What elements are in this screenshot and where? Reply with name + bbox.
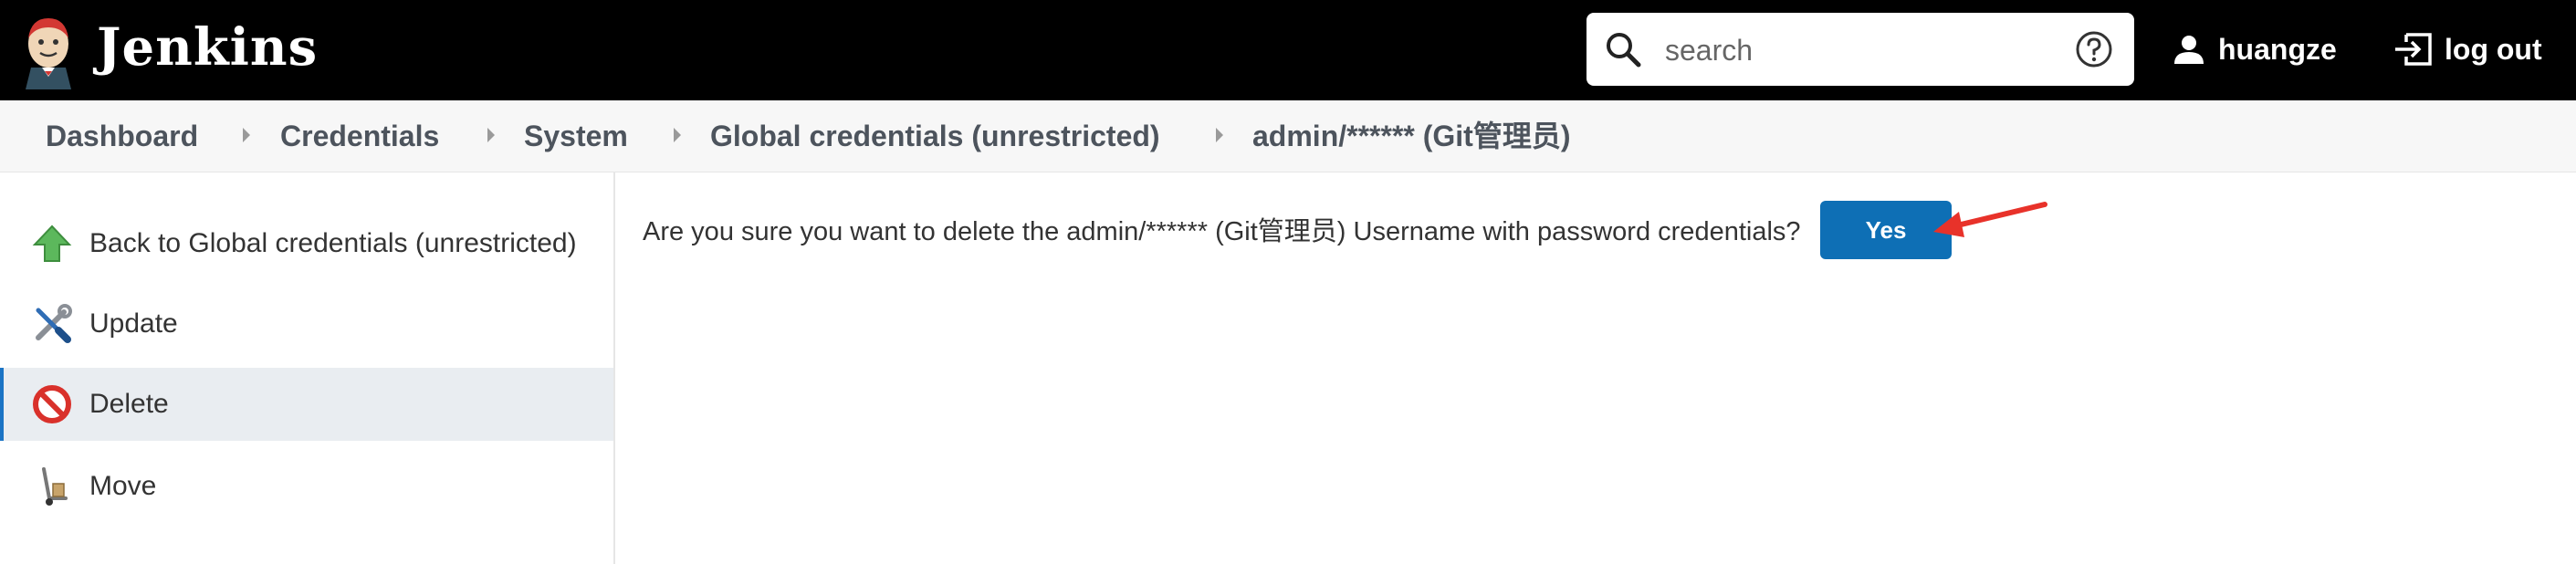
sidebar-item-move[interactable]: Move xyxy=(0,450,613,523)
jenkins-butler-icon[interactable] xyxy=(20,13,77,89)
up-arrow-icon xyxy=(32,225,72,262)
breadcrumb-global-credentials[interactable]: Global credentials (unrestricted) xyxy=(710,119,1160,153)
logout-link[interactable]: log out xyxy=(2393,20,2542,78)
logout-icon xyxy=(2395,33,2432,66)
wrench-screwdriver-icon xyxy=(36,304,72,343)
hand-truck-icon xyxy=(42,467,68,506)
breadcrumb: Dashboard Credentials System Global cred… xyxy=(0,100,2576,172)
user-link[interactable]: huangze xyxy=(2173,20,2337,78)
breadcrumb-credentials[interactable]: Credentials xyxy=(280,119,439,153)
breadcrumb-separator[interactable] xyxy=(243,128,250,142)
breadcrumb-separator[interactable] xyxy=(674,128,681,142)
annotation-arrow-icon xyxy=(1933,202,2047,237)
search-box xyxy=(1586,13,2134,86)
breadcrumb-dashboard[interactable]: Dashboard xyxy=(46,119,198,153)
brand-title[interactable]: Jenkins xyxy=(97,15,318,80)
sidebar-item-label: Back to Global credentials (unrestricted… xyxy=(89,228,577,258)
sidebar-item-label: Move xyxy=(89,471,157,501)
delete-confirmation-text: Are you sure you want to delete the admi… xyxy=(643,217,1801,246)
user-icon xyxy=(2174,36,2204,64)
breadcrumb-separator[interactable] xyxy=(487,128,495,142)
sidebar-item-label: Delete xyxy=(89,389,169,419)
sidebar-item-back[interactable]: Back to Global credentials (unrestricted… xyxy=(0,207,613,280)
logout-label: log out xyxy=(2445,32,2542,66)
top-header: Jenkins huangze log out xyxy=(0,0,2576,100)
user-name: huangze xyxy=(2218,32,2337,66)
breadcrumb-separator[interactable] xyxy=(1216,128,1223,142)
help-icon[interactable] xyxy=(2074,29,2114,69)
search-input[interactable] xyxy=(1663,27,2041,73)
search-icon xyxy=(1607,33,1641,68)
breadcrumb-system[interactable]: System xyxy=(524,119,628,153)
sidebar-item-label: Update xyxy=(89,308,178,339)
breadcrumb-credential[interactable]: admin/****** (Git管理员) xyxy=(1252,119,1571,153)
sidebar-item-delete[interactable]: Delete xyxy=(0,368,613,441)
sidebar-item-update[interactable]: Update xyxy=(0,287,613,360)
sidebar: Back to Global credentials (unrestricted… xyxy=(0,172,615,564)
no-entry-icon xyxy=(33,385,71,423)
